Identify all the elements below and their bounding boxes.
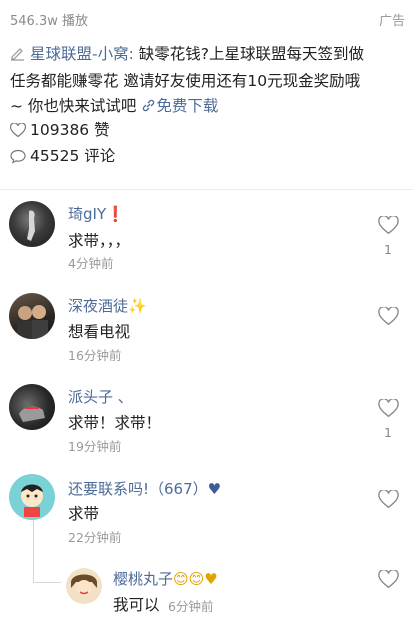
comment-username[interactable]: 深夜酒徒✨ xyxy=(68,295,147,316)
play-count: 546.3w 播放 xyxy=(10,14,88,29)
download-label: 免费下载 xyxy=(156,97,219,115)
reply-text: 我可以 xyxy=(113,596,160,614)
heart-outline-icon xyxy=(10,122,30,144)
avatar[interactable] xyxy=(66,568,102,604)
avatar[interactable] xyxy=(9,474,55,520)
user-badge: 😊😊♥ xyxy=(173,570,218,588)
user-badge: ❗ xyxy=(106,205,125,223)
comment-time: 22分钟前 xyxy=(68,530,122,545)
section-divider xyxy=(0,189,413,190)
likes-count: 109386 赞 xyxy=(30,121,110,139)
post-text-line1: 缺零花钱?上星球联盟每天签到做 xyxy=(133,45,364,63)
heart-outline-icon[interactable] xyxy=(378,305,400,327)
post-author[interactable]: 星球联盟-小窝: xyxy=(30,45,134,63)
comment-bubble-icon xyxy=(10,148,30,170)
comment-username[interactable]: 还要联系吗!（667）♥ xyxy=(68,478,221,499)
link-icon xyxy=(141,96,156,121)
comment-time: 16分钟前 xyxy=(68,348,122,363)
comments-stat[interactable]: 45525 评论 xyxy=(10,145,115,167)
top-bar: 546.3w 播放 广告 xyxy=(0,0,413,36)
user-badge: ♥ xyxy=(207,480,222,498)
post-description: 星球联盟-小窝: 缺零花钱?上星球联盟每天签到做 任务都能赚零花 邀请好友使用还… xyxy=(10,42,405,121)
post-text-line2: 任务都能赚零花 邀请好友使用还有10元现金奖励哦 xyxy=(10,72,361,90)
heart-outline-icon[interactable] xyxy=(378,214,400,236)
comments-count: 45525 评论 xyxy=(30,147,116,165)
comment-text: 求带 xyxy=(68,505,100,523)
comment-text: 求带！求带！ xyxy=(68,414,162,432)
heart-outline-icon[interactable] xyxy=(378,488,400,510)
comment-username[interactable]: 派头子 、 xyxy=(68,386,133,407)
comment-text: 求带，，， xyxy=(68,232,131,250)
reply-time: 6分钟前 xyxy=(168,599,214,614)
avatar[interactable] xyxy=(9,384,55,430)
heart-outline-icon[interactable] xyxy=(378,397,400,419)
download-link[interactable]: 免费下载 xyxy=(141,97,218,115)
avatar[interactable] xyxy=(9,201,55,247)
likes-stat[interactable]: 109386 赞 xyxy=(10,119,110,141)
post-text-line3: ~ 你也快来试试吧 xyxy=(10,97,142,115)
ad-label[interactable]: 广告 xyxy=(379,10,405,29)
reply-thread-line xyxy=(33,520,34,582)
avatar[interactable] xyxy=(9,293,55,339)
edit-icon xyxy=(10,44,30,69)
reply-username[interactable]: 樱桃丸子😊😊♥ xyxy=(113,568,218,589)
comment-time: 19分钟前 xyxy=(68,439,122,454)
reply-thread-connector xyxy=(33,582,61,583)
comment-like-count: 1 xyxy=(384,242,392,257)
comment-username[interactable]: 琦gIY❗ xyxy=(68,203,125,224)
comment-text: 想看电视 xyxy=(68,323,131,341)
user-badge: ✨ xyxy=(128,297,147,315)
heart-outline-icon[interactable] xyxy=(378,568,400,590)
comment-time: 4分钟前 xyxy=(68,256,114,271)
comment-like-count: 1 xyxy=(384,425,392,440)
